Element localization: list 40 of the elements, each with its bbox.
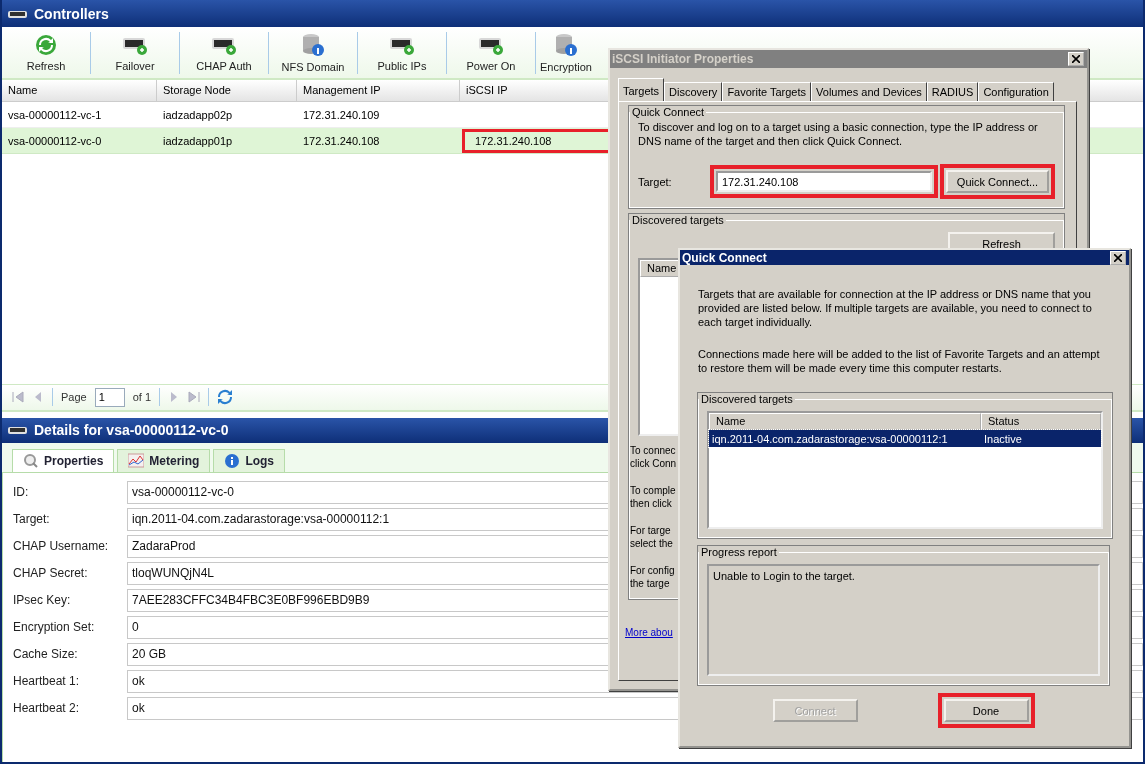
- dialog-title: iSCSI Initiator Properties: [612, 52, 754, 66]
- field-label: Encryption Set:: [13, 620, 96, 634]
- instruction-text: For config: [630, 564, 675, 577]
- instruction-text: To comple: [630, 484, 676, 497]
- field-label: CHAP Secret:: [13, 566, 89, 580]
- group-label: Discovered targets: [631, 214, 725, 226]
- field-label: Heartbeat 2:: [13, 701, 81, 715]
- window-title: Controllers: [34, 5, 109, 22]
- table-cell-text: 172.31.240.109: [302, 108, 381, 121]
- table-cell-text: 172.31.240.108: [302, 134, 381, 147]
- page-label: Page: [61, 391, 87, 403]
- group-label: Progress report: [700, 546, 778, 558]
- instruction-text: then click: [630, 497, 672, 510]
- field-label: Cache Size:: [13, 647, 79, 661]
- instruction-text: For targe: [630, 524, 671, 537]
- field-label: ID:: [13, 485, 30, 499]
- table-cell-text: iadzadapp01p: [162, 134, 234, 147]
- field-label: Heartbeat 1:: [13, 674, 81, 688]
- field-label: CHAP Username:: [13, 539, 110, 553]
- table-cell-text: vsa-00000112-vc-1: [7, 108, 103, 121]
- page-count: of 1: [132, 391, 152, 403]
- table-cell-text: 172.31.240.108: [474, 134, 553, 147]
- dialog-title: Quick Connect: [682, 250, 767, 265]
- panel-title: Details for vsa-00000112-vc-0: [34, 422, 229, 438]
- table-cell-text: iadzadapp02p: [162, 108, 234, 121]
- field-label: Target:: [638, 175, 673, 188]
- group-label: Quick Connect: [631, 106, 706, 118]
- instruction-text: the targe: [630, 577, 670, 590]
- instruction-text: select the: [630, 537, 673, 550]
- field-label: Target:: [13, 512, 51, 526]
- instruction-text: click Conn: [630, 457, 677, 470]
- field-label: IPsec Key:: [13, 593, 72, 607]
- table-cell-text: vsa-00000112-vc-0: [7, 134, 103, 147]
- list-cell-text: iqn.2011-04.com.zadarastorage:vsa-00000112:1: [711, 432, 949, 445]
- report-text: Unable to Login to the target.: [713, 570, 855, 582]
- group-label: Discovered targets: [700, 393, 794, 405]
- instruction-text: To connec: [630, 444, 676, 457]
- description-text: Targets that are available for connection at the IP address or DNS name that you provided are listed below. If multiple targets are available, you need to connect to each target individually.: [698, 287, 1093, 329]
- description-text: Connections made here will be added to the list of Favorite Targets and an attempt to restore them will be made every time this computer restarts.: [698, 347, 1101, 375]
- list-cell-text: Inactive: [983, 432, 1023, 445]
